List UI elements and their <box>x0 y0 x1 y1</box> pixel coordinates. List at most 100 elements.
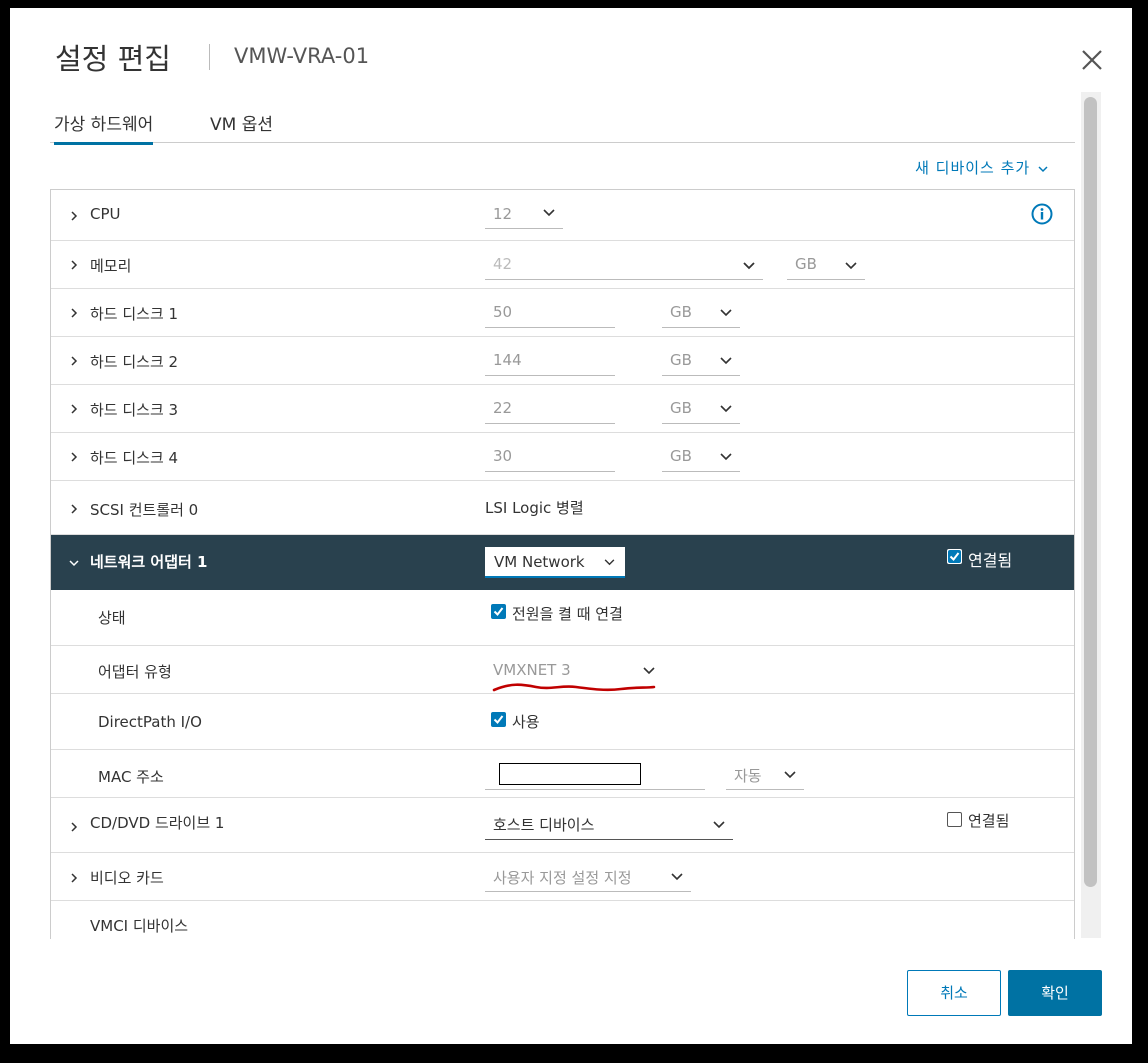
adapter-type-value: VMXNET 3 <box>493 661 571 679</box>
connected-label: 연결됨 <box>968 551 1013 570</box>
scsi-controller-value: LSI Logic 병렬 <box>485 499 584 517</box>
hard-disk-3-size: 22 <box>493 399 513 417</box>
hard-disk-3-unit-select[interactable]: GB <box>662 393 740 424</box>
chevron-down-icon <box>643 667 655 675</box>
network-select[interactable]: VM Network <box>485 547 625 578</box>
hard-disk-4-unit-select[interactable]: GB <box>662 441 740 472</box>
chevron-right-icon[interactable] <box>69 504 79 514</box>
chevron-right-icon[interactable] <box>69 211 79 221</box>
chevron-right-icon[interactable] <box>69 308 79 318</box>
connect-at-power-on-checkbox[interactable] <box>491 604 506 619</box>
add-new-device-button[interactable]: 새 디바이스 추가 <box>915 157 1048 178</box>
hard-disk-2-size: 144 <box>493 351 522 369</box>
row-hard-disk-2[interactable]: 하드 디스크 2 144 GB <box>51 337 1074 385</box>
row-hard-disk-4[interactable]: 하드 디스크 4 30 GB <box>51 433 1074 481</box>
cpu-select[interactable]: 12 <box>485 200 563 229</box>
vm-name: VMW-VRA-01 <box>234 44 370 68</box>
title-divider <box>209 44 210 70</box>
hard-disk-3-size-input[interactable]: 22 <box>485 393 615 424</box>
chevron-right-icon[interactable] <box>69 260 79 270</box>
red-underline-annotation <box>492 683 656 692</box>
chevron-down-icon <box>1038 166 1048 173</box>
tab-virtual-hardware[interactable]: 가상 하드웨어 <box>54 110 154 145</box>
vmci-device-label: VMCI 디바이스 <box>90 917 189 935</box>
row-cd-dvd-drive[interactable]: CD/DVD 드라이브 1 호스트 디바이스 연결됨 <box>51 798 1074 853</box>
hard-disk-4-unit: GB <box>670 447 692 465</box>
hard-disk-1-label: 하드 디스크 1 <box>90 305 179 323</box>
chevron-right-icon[interactable] <box>69 404 79 414</box>
hard-disk-2-unit-select[interactable]: GB <box>662 345 740 376</box>
scrollbar-thumb[interactable] <box>1084 97 1097 887</box>
tab-bar: 가상 하드웨어 VM 옵션 <box>50 108 1075 145</box>
info-icon[interactable] <box>1031 203 1053 225</box>
ok-button[interactable]: 확인 <box>1008 970 1102 1016</box>
row-vmci-device[interactable]: VMCI 디바이스 <box>51 901 1074 939</box>
scsi-controller-label: SCSI 컨트롤러 0 <box>90 501 199 519</box>
chevron-down-icon <box>713 821 725 829</box>
hard-disk-1-unit-select[interactable]: GB <box>662 297 740 328</box>
memory-unit-select[interactable]: GB <box>787 250 865 280</box>
row-cpu[interactable]: CPU 12 <box>51 190 1074 241</box>
row-mac-address: MAC 주소 자동 <box>51 750 1074 798</box>
chevron-down-icon <box>743 262 755 270</box>
hard-disk-3-label: 하드 디스크 3 <box>90 401 179 419</box>
chevron-right-icon[interactable] <box>69 873 79 883</box>
memory-value: 42 <box>493 255 513 273</box>
cd-dvd-connected-checkbox[interactable] <box>947 812 962 827</box>
connected-checkbox[interactable] <box>947 549 962 564</box>
chevron-down-icon <box>720 405 732 413</box>
chevron-down-icon <box>845 262 857 270</box>
dialog-title: 설정 편집 <box>55 42 171 76</box>
memory-unit: GB <box>795 255 817 273</box>
tab-vm-options[interactable]: VM 옵션 <box>210 110 273 135</box>
chevron-right-icon[interactable] <box>69 452 79 462</box>
video-card-value: 사용자 지정 설정 지정 <box>493 869 632 887</box>
hard-disk-1-size-input[interactable]: 50 <box>485 297 615 328</box>
row-hard-disk-1[interactable]: 하드 디스크 1 50 GB <box>51 289 1074 337</box>
hard-disk-1-size: 50 <box>493 303 513 321</box>
chevron-down-icon[interactable] <box>69 558 79 568</box>
row-hard-disk-3[interactable]: 하드 디스크 3 22 GB <box>51 385 1074 433</box>
memory-input[interactable]: 42 <box>485 250 763 280</box>
chevron-down-icon <box>671 873 683 881</box>
chevron-down-icon <box>784 771 796 779</box>
row-network-adapter[interactable]: 네트워크 어댑터 1 VM Network 연결됨 <box>51 535 1074 590</box>
cd-dvd-label: CD/DVD 드라이브 1 <box>90 814 225 832</box>
directpath-enable-checkbox[interactable] <box>491 712 506 727</box>
edit-settings-dialog: 설정 편집 VMW-VRA-01 가상 하드웨어 VM 옵션 새 디바이스 추가… <box>8 6 1134 1046</box>
chevron-right-icon[interactable] <box>69 356 79 366</box>
close-icon[interactable] <box>1078 46 1106 74</box>
row-scsi-controller[interactable]: SCSI 컨트롤러 0 LSI Logic 병렬 <box>51 481 1074 535</box>
mac-address-mode-select[interactable]: 자동 <box>726 758 804 790</box>
chevron-right-icon[interactable] <box>69 822 79 832</box>
hard-disk-2-size-input[interactable]: 144 <box>485 345 615 376</box>
hard-disk-2-label: 하드 디스크 2 <box>90 353 179 371</box>
mac-address-input[interactable] <box>485 758 705 790</box>
row-video-card[interactable]: 비디오 카드 사용자 지정 설정 지정 <box>51 853 1074 901</box>
video-card-select[interactable]: 사용자 지정 설정 지정 <box>485 861 691 892</box>
chevron-down-icon <box>720 453 732 461</box>
chevron-down-icon <box>720 309 732 317</box>
network-value: VM Network <box>494 553 585 571</box>
adapter-type-label: 어댑터 유형 <box>98 663 172 681</box>
cd-dvd-select[interactable]: 호스트 디바이스 <box>485 808 733 840</box>
chevron-down-icon <box>604 559 615 566</box>
cancel-button[interactable]: 취소 <box>907 970 1001 1016</box>
row-status: 상태 전원을 켤 때 연결 <box>51 590 1074 646</box>
cd-dvd-connected-label: 연결됨 <box>968 812 1010 830</box>
mac-address-label: MAC 주소 <box>98 768 164 786</box>
hard-disk-3-unit: GB <box>670 399 692 417</box>
cpu-label: CPU <box>90 205 121 223</box>
network-adapter-label: 네트워크 어댑터 1 <box>90 553 208 571</box>
memory-label: 메모리 <box>90 257 132 275</box>
scrollbar[interactable] <box>1081 92 1101 938</box>
row-memory[interactable]: 메모리 42 GB <box>51 241 1074 289</box>
hard-disk-2-unit: GB <box>670 351 692 369</box>
video-card-label: 비디오 카드 <box>90 869 164 887</box>
chevron-down-icon <box>543 209 555 217</box>
mac-address-value <box>499 763 641 785</box>
directpath-label: DirectPath I/O <box>98 713 202 731</box>
cpu-value: 12 <box>493 205 513 223</box>
hard-disk-4-size-input[interactable]: 30 <box>485 441 615 472</box>
hard-disk-4-label: 하드 디스크 4 <box>90 449 179 467</box>
